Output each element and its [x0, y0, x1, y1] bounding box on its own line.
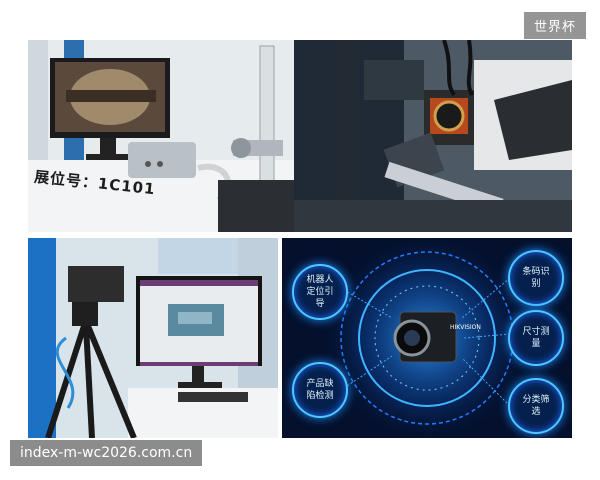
camera-brand-text: HIKVISION [450, 324, 481, 331]
photo-booth-inspection: 展位号：1C101 [28, 40, 294, 232]
feature-measurement: 尺寸测量 [508, 310, 564, 366]
watermark-top-right: 世界杯 [523, 12, 586, 39]
feature-robot-positioning: 机器人定位引导 [292, 264, 348, 320]
feature-sorting: 分类筛选 [508, 378, 564, 434]
feature-label: 条码识别 [522, 267, 550, 289]
feature-label: 机器人定位引导 [306, 275, 334, 309]
feature-label: 分类筛选 [522, 395, 550, 417]
feature-label: 尺寸测量 [522, 327, 550, 349]
feature-label: 产品缺陷检测 [306, 379, 334, 401]
watermark-bottom-left: index-m-wc2026.com.cn [10, 440, 203, 466]
photo-camera-rig [294, 40, 572, 232]
camera-features-infographic: HIKVISION 机器人定位引导 产品缺陷检测 条码识别 尺寸测量 分类筛选 [282, 238, 572, 438]
feature-product-defect: 产品缺陷检测 [292, 362, 348, 418]
photo-tripod-monitor [28, 238, 278, 438]
feature-barcode: 条码识别 [508, 250, 564, 306]
